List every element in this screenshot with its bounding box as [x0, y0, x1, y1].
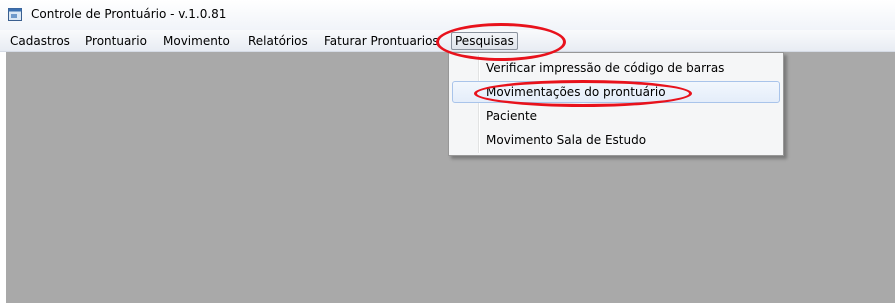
menu-item-movimento-sala-estudo[interactable]: Movimento Sala de Estudo: [452, 129, 780, 151]
menu-bar: Cadastros Prontuario Movimento Relatório…: [0, 30, 895, 52]
pesquisas-dropdown-menu: Verificar impressão de código de barras …: [448, 52, 784, 156]
menu-item-label: Movimentações do prontuário: [486, 85, 666, 99]
menu-item-label: Movimento Sala de Estudo: [486, 133, 647, 147]
title-bar: Controle de Prontuário - v.1.0.81: [0, 0, 895, 30]
menu-prontuario[interactable]: Prontuario: [82, 32, 150, 50]
window-title: Controle de Prontuário - v.1.0.81: [31, 7, 227, 21]
menu-item-paciente[interactable]: Paciente: [452, 105, 780, 127]
menu-item-label: Verificar impressão de código de barras: [486, 61, 725, 75]
menu-movimento[interactable]: Movimento: [160, 32, 233, 50]
app-window-icon: [8, 8, 22, 21]
menu-relatorios[interactable]: Relatórios: [245, 32, 311, 50]
menu-cadastros[interactable]: Cadastros: [7, 32, 73, 50]
menu-pesquisas[interactable]: Pesquisas: [451, 32, 518, 50]
menu-faturar-prontuarios[interactable]: Faturar Prontuarios: [321, 32, 442, 50]
menu-item-movimentacoes-prontuario[interactable]: Movimentações do prontuário: [452, 81, 780, 103]
menu-item-verificar-impressao[interactable]: Verificar impressão de código de barras: [452, 57, 780, 79]
menu-item-label: Paciente: [486, 109, 538, 123]
